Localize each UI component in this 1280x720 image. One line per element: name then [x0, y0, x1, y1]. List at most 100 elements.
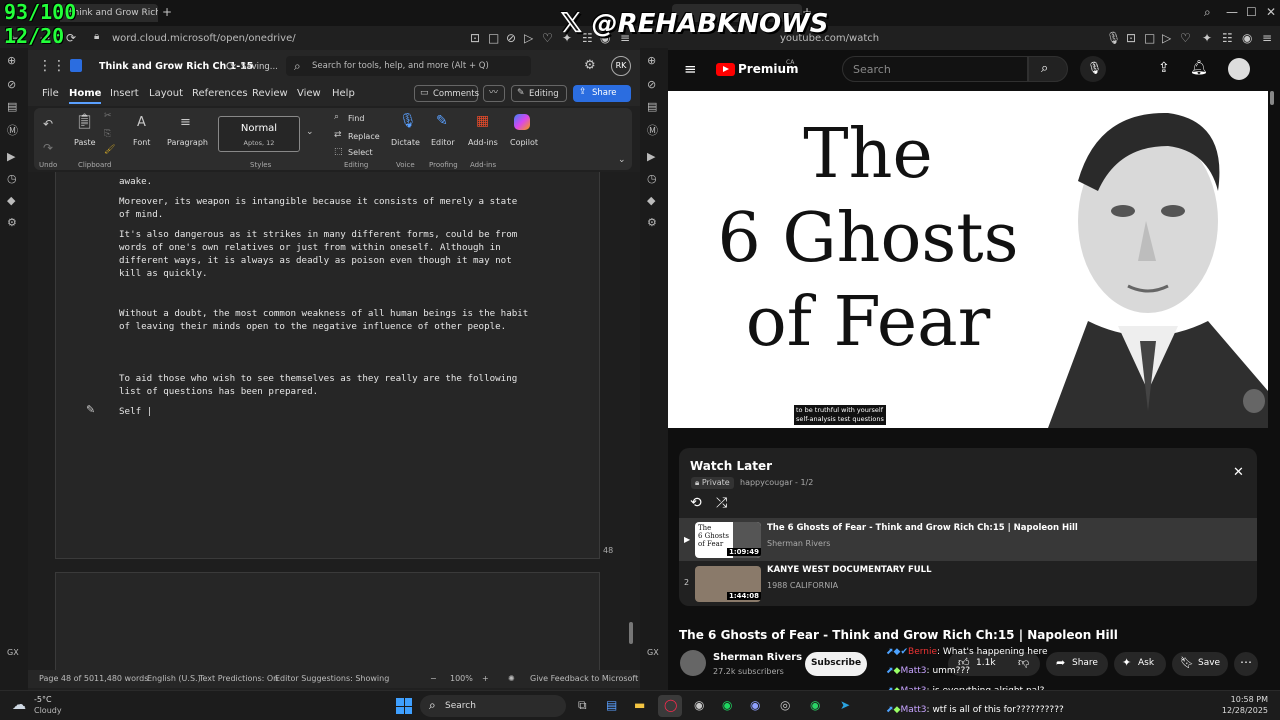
styles-expand-icon[interactable]: ⌄	[306, 128, 314, 137]
weather-status[interactable]: Cloudy	[34, 706, 62, 715]
weather-temp[interactable]: -5°C	[34, 695, 52, 704]
cast-icon[interactable]: ⊘	[506, 32, 516, 44]
sidebar-icon-7[interactable]: ◆	[7, 194, 15, 207]
reload-icon[interactable]: ⟳	[66, 32, 76, 44]
close-window-icon[interactable]: ✕	[1266, 6, 1276, 18]
new-tab-icon[interactable]: +	[162, 6, 172, 18]
file-explorer-icon[interactable]: ▬	[634, 699, 645, 711]
menu-help[interactable]: Help	[332, 88, 355, 99]
menu-view[interactable]: View	[297, 88, 321, 99]
undo-icon[interactable]: ↶	[43, 118, 53, 130]
clock-date[interactable]: 12/28/2025	[1210, 706, 1268, 715]
save-button[interactable]: 🔖︎ Save	[1172, 652, 1228, 676]
youtube-search-input[interactable]: Search	[842, 56, 1028, 82]
collections-icon[interactable]: ☷	[1222, 32, 1233, 44]
hamburger-icon[interactable]: ≡	[684, 62, 697, 77]
tab-icon[interactable]: □	[488, 32, 499, 44]
zoom-level[interactable]: 100%	[450, 674, 473, 683]
doc-paragraph[interactable]: Moreover, its weapon is intangible becau…	[119, 195, 529, 221]
share-video-button[interactable]: ➦ Share	[1046, 652, 1108, 676]
font-label[interactable]: Font	[133, 138, 150, 147]
share-button[interactable]: ⇪ Share	[573, 85, 631, 102]
user-avatar[interactable]: RK	[611, 56, 631, 76]
thumbs-down-icon[interactable]: 👎︎	[1018, 657, 1029, 668]
heart-icon[interactable]: ♡	[1180, 32, 1191, 44]
extensions-icon[interactable]: ✦	[1202, 32, 1212, 44]
steam-icon[interactable]: ◉	[694, 699, 704, 711]
microphone-icon[interactable]: 🎙︎	[399, 114, 417, 128]
left-url[interactable]: word.cloud.microsoft/open/onedrive/	[112, 33, 296, 44]
document-next-page[interactable]	[55, 572, 600, 672]
format-painter-icon[interactable]: 🖌︎	[104, 146, 115, 155]
menu-home[interactable]: Home	[69, 88, 102, 104]
editor-icon[interactable]: ✎	[436, 114, 448, 128]
select-button[interactable]: Select	[348, 148, 373, 157]
youtube-search-button[interactable]: ⌕	[1028, 56, 1068, 82]
copilot-icon[interactable]	[514, 114, 530, 130]
paste-label[interactable]: Paste	[74, 138, 96, 147]
doc-paragraph[interactable]: Without a doubt, the most common weaknes…	[119, 307, 529, 333]
addins-icon[interactable]: ▦	[476, 114, 489, 128]
zoom-out-icon[interactable]: −	[430, 674, 437, 683]
bell-icon[interactable]: 🔔︎	[1190, 61, 1208, 75]
status-language[interactable]: English (U.S.)	[147, 674, 201, 683]
status-predictions[interactable]: Text Predictions: On	[199, 674, 278, 683]
bookmark-icon[interactable]: ⊡	[470, 32, 480, 44]
menu-icon[interactable]: ≡	[1262, 32, 1272, 44]
comments-button[interactable]: ▭ Comments	[414, 85, 479, 102]
playlist-item[interactable]: 2 1:44:08 KANYE WEST DOCUMENTARY FULL 19…	[679, 562, 1257, 605]
start-icon[interactable]	[396, 698, 412, 714]
search-tabs-icon[interactable]: ⌕	[1204, 6, 1211, 18]
style-gallery[interactable]: Normal Aptos, 12	[218, 116, 300, 152]
video-player[interactable]: The 6 Ghosts of Fear to be truthful with…	[668, 91, 1268, 428]
dictate-label[interactable]: Dictate	[391, 138, 420, 147]
whatsapp-icon[interactable]: ◉	[810, 699, 820, 711]
clock-time[interactable]: 10:58 PM	[1210, 695, 1268, 704]
play-icon[interactable]: ▷	[524, 32, 533, 44]
tab-icon[interactable]: □	[1144, 32, 1155, 44]
sidebar-icon-5[interactable]: ▶	[647, 150, 655, 163]
upload-icon[interactable]: ⇪	[1158, 61, 1170, 75]
catchup-button[interactable]: 〰	[483, 85, 505, 102]
editing-mode-button[interactable]: ✎ Editing	[511, 85, 567, 102]
sidebar-icon-5[interactable]: ▶	[7, 150, 15, 163]
sidebar-icon-6[interactable]: ◷	[7, 172, 17, 185]
sidebar-icon-4[interactable]: Ⓜ	[7, 122, 18, 138]
doc-paragraph[interactable]: It's also dangerous as it strikes in man…	[119, 228, 529, 280]
sidebar-icon-2[interactable]: ⊘	[647, 78, 656, 91]
menu-review[interactable]: Review	[252, 88, 288, 99]
youtube-avatar[interactable]	[1228, 58, 1250, 80]
obs-icon[interactable]: ◎	[780, 699, 790, 711]
channel-avatar[interactable]	[680, 650, 706, 676]
more-actions-button[interactable]: ⋯	[1234, 652, 1258, 676]
youtube-logo-icon[interactable]	[716, 63, 735, 76]
zoom-in-icon[interactable]: +	[482, 674, 489, 683]
rewrite-icon[interactable]: ✎	[86, 404, 95, 415]
status-suggestions[interactable]: Editor Suggestions: Showing	[275, 674, 389, 683]
redo-icon[interactable]: ↷	[43, 142, 53, 154]
taskbar-search[interactable]: ⌕ Search	[420, 695, 566, 717]
doc-paragraph[interactable]: Self |	[119, 405, 529, 418]
ask-button[interactable]: ✦ Ask	[1114, 652, 1166, 676]
discord-icon[interactable]: ◉	[750, 699, 760, 711]
sidebar-icon-8[interactable]: ⚙	[7, 216, 17, 229]
sidebar-icon-3[interactable]: ▤	[7, 100, 17, 113]
editor-label[interactable]: Editor	[431, 138, 455, 147]
cut-icon[interactable]: ✂	[104, 112, 112, 121]
sidebar-icon-3[interactable]: ▤	[647, 100, 657, 113]
menu-references[interactable]: References	[192, 88, 248, 99]
channel-name[interactable]: Sherman Rivers	[713, 652, 802, 663]
font-icon[interactable]: A	[137, 116, 146, 129]
maximize-icon[interactable]: ☐	[1246, 6, 1257, 18]
sidebar-icon-1[interactable]: ⊕	[7, 54, 16, 67]
menu-file[interactable]: File	[42, 88, 59, 99]
sidebar-icon-4[interactable]: Ⓜ	[647, 122, 658, 138]
focus-icon[interactable]: ✺	[508, 674, 515, 683]
telegram-icon[interactable]: ➤	[840, 699, 850, 711]
menu-layout[interactable]: Layout	[149, 88, 183, 99]
sidebar-icon-6[interactable]: ◷	[647, 172, 657, 185]
loop-icon[interactable]: ⟲	[690, 496, 702, 510]
mic-icon[interactable]: 🎙︎	[1106, 32, 1121, 44]
find-button[interactable]: Find	[348, 114, 364, 123]
close-playlist-icon[interactable]: ✕	[1233, 466, 1244, 479]
